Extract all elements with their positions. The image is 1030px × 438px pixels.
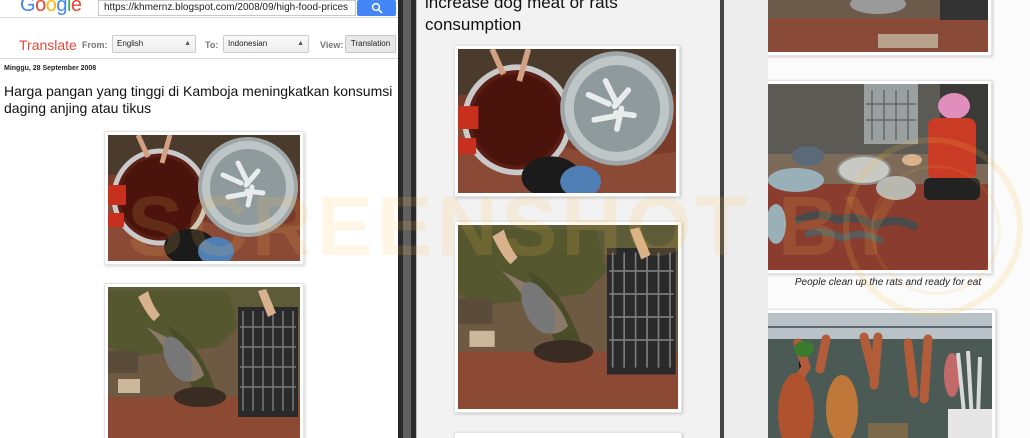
from-language-select[interactable]: English ▲: [112, 35, 196, 53]
woman-cleaning-rats-photo[interactable]: [768, 80, 992, 274]
from-label: From:: [82, 40, 108, 50]
panel-divider: [398, 0, 416, 438]
to-label: To:: [205, 40, 219, 50]
screenshot-stage: Google https://khmernz.blogspot.com/2008…: [0, 0, 1030, 438]
woman-cleaning-rats-image: [768, 84, 988, 270]
next-photo-frame[interactable]: [454, 432, 682, 438]
original-blog-panel: increase dog meat or rats consumption: [416, 0, 720, 438]
select-caret-icon: ▲: [184, 40, 191, 47]
post-title: Harga pangan yang tinggi di Kamboja meni…: [4, 83, 393, 116]
rats-washing-photo[interactable]: [104, 131, 304, 265]
photo-caption: People clean up the rats and ready for e…: [794, 277, 982, 288]
rats-washing-photo[interactable]: [454, 45, 680, 197]
search-icon: [371, 2, 383, 14]
blog-post-title: increase dog meat or rats consumption: [425, 0, 618, 34]
to-language-value: Indonesian: [228, 39, 268, 48]
top-photo-image: [768, 0, 988, 52]
from-language-value: English: [117, 39, 144, 48]
top-photo[interactable]: [768, 0, 992, 56]
google-logo[interactable]: Google: [20, 0, 82, 17]
search-button[interactable]: [357, 0, 396, 16]
url-input[interactable]: https://khmernz.blogspot.com/2008/09/hig…: [98, 0, 356, 16]
translation-view-button[interactable]: Translation: [345, 35, 396, 53]
to-language-select[interactable]: Indonesian ▲: [223, 35, 309, 53]
rats-washing-image: [458, 49, 676, 193]
google-header: Google https://khmernz.blogspot.com/2008…: [0, 0, 398, 18]
panel-divider: [720, 0, 768, 438]
translate-toolbar: Translate From: English ▲ To: Indonesian…: [0, 31, 398, 59]
post-date: Minggu, 28 September 2008: [4, 65, 97, 72]
market-meat-photo[interactable]: [768, 309, 996, 438]
view-label: View:: [320, 40, 344, 50]
rats-washing-image: [108, 135, 300, 261]
market-meat-image: [768, 313, 992, 438]
translate-title[interactable]: Translate: [19, 37, 77, 53]
man-holding-rat-photo[interactable]: [454, 221, 682, 413]
man-holding-rat-image: [108, 287, 300, 438]
man-holding-rat-photo[interactable]: [104, 283, 304, 438]
man-holding-rat-image: [458, 225, 678, 409]
select-caret-icon: ▲: [297, 40, 304, 47]
translate-panel: Google https://khmernz.blogspot.com/2008…: [0, 0, 398, 438]
photo-article-panel: People clean up the rats and ready for e…: [768, 0, 1030, 438]
